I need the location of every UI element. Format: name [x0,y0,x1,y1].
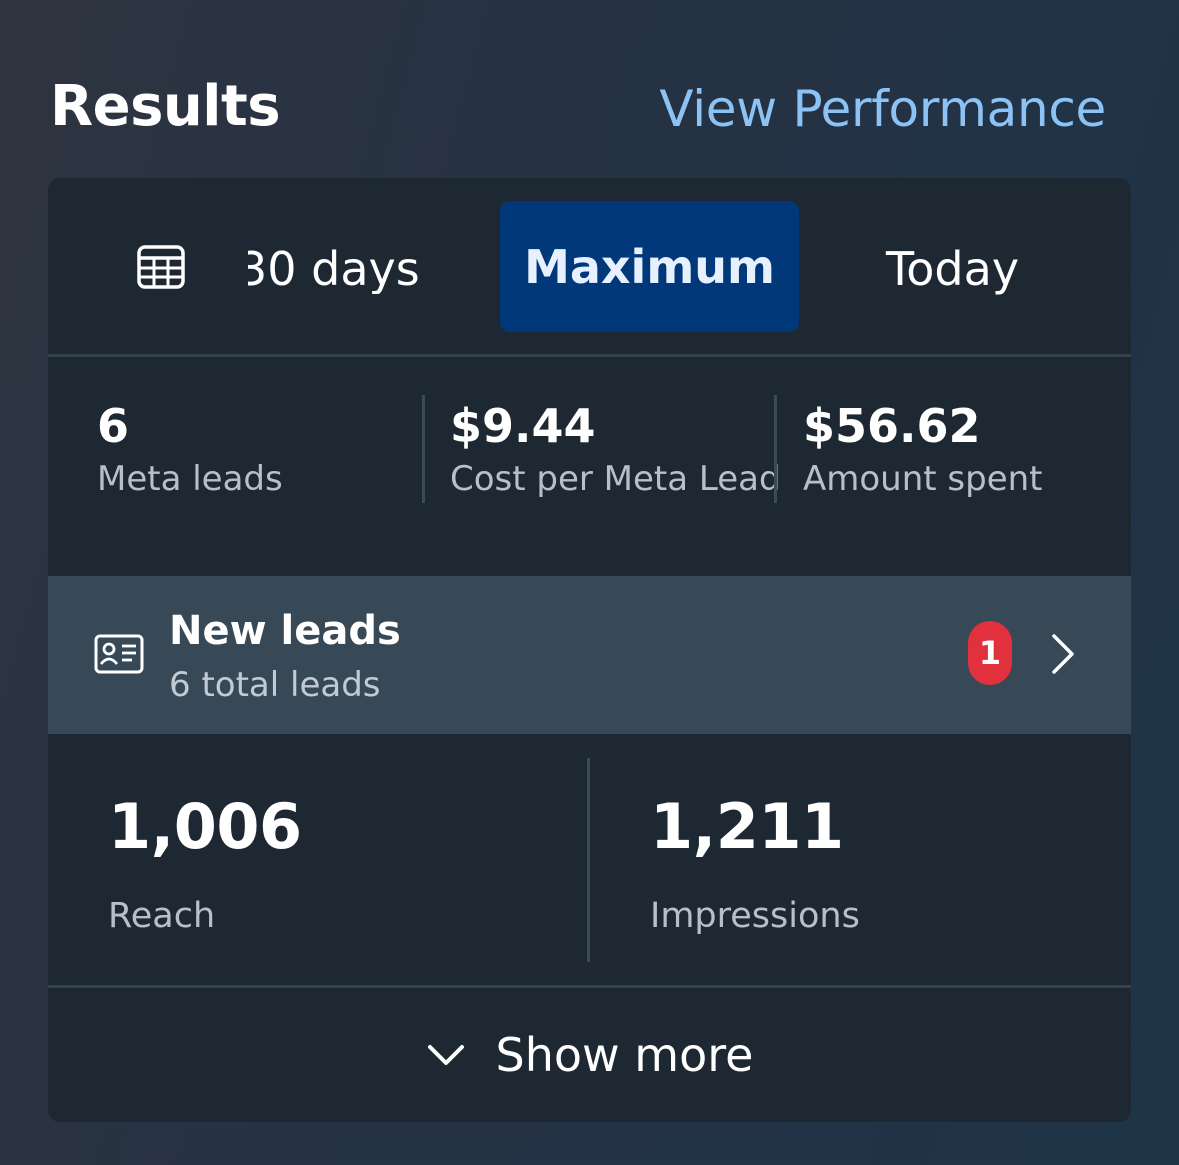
divider [587,758,590,962]
stat-label: Meta leads [97,459,283,499]
new-leads-subtitle: 6 total leads [169,665,381,705]
stat-cost-per-lead: $9.44 Cost per Meta Lead [450,397,781,503]
view-performance-link[interactable]: View Performance [659,74,1106,144]
metric-label: Reach [108,896,216,936]
results-header: Results View Performance [50,70,1106,150]
reach-impressions-row: 1,006 Reach 1,211 Impressions [48,734,1131,988]
section-title: Results [50,74,281,139]
tab-maximum[interactable]: Maximum [500,201,799,332]
metric-label: Impressions [650,896,860,936]
date-range-tabs: 30 days Maximum Today [48,178,1131,357]
divider [422,395,425,503]
notification-badge: 1 [968,621,1012,685]
show-more-label: Show more [495,1028,754,1082]
show-more-button[interactable]: Show more [48,988,1131,1122]
stat-label: Cost per Meta Lead [450,459,781,499]
stat-value: $56.62 [803,399,981,453]
chevron-down-icon [427,1045,464,1065]
chevron-right-icon[interactable] [1048,632,1078,676]
summary-stats: 6 Meta leads $9.44 Cost per Meta Lead $5… [48,357,1131,576]
metric-value: 1,006 [108,790,302,863]
stat-value: $9.44 [450,399,596,453]
results-card: 30 days Maximum Today 6 Meta leads $9.44… [48,178,1131,1122]
metric-reach: 1,006 Reach [108,792,302,940]
tab-30-days-label: 30 days [248,244,420,294]
stat-value: 6 [97,399,130,453]
tab-30-days[interactable]: 30 days [248,244,448,294]
stat-label: Amount spent [803,459,1043,499]
tab-today[interactable]: Today [886,244,1019,294]
contact-card-icon [94,634,144,674]
new-leads-row[interactable]: New leads 6 total leads 1 [48,576,1131,734]
divider [774,395,777,503]
new-leads-title: New leads [169,608,401,654]
calendar-icon[interactable] [136,242,186,292]
stat-amount-spent: $56.62 Amount spent [803,397,1043,503]
metric-impressions: 1,211 Impressions [650,792,860,940]
stat-meta-leads: 6 Meta leads [97,397,283,503]
metric-value: 1,211 [650,790,844,863]
